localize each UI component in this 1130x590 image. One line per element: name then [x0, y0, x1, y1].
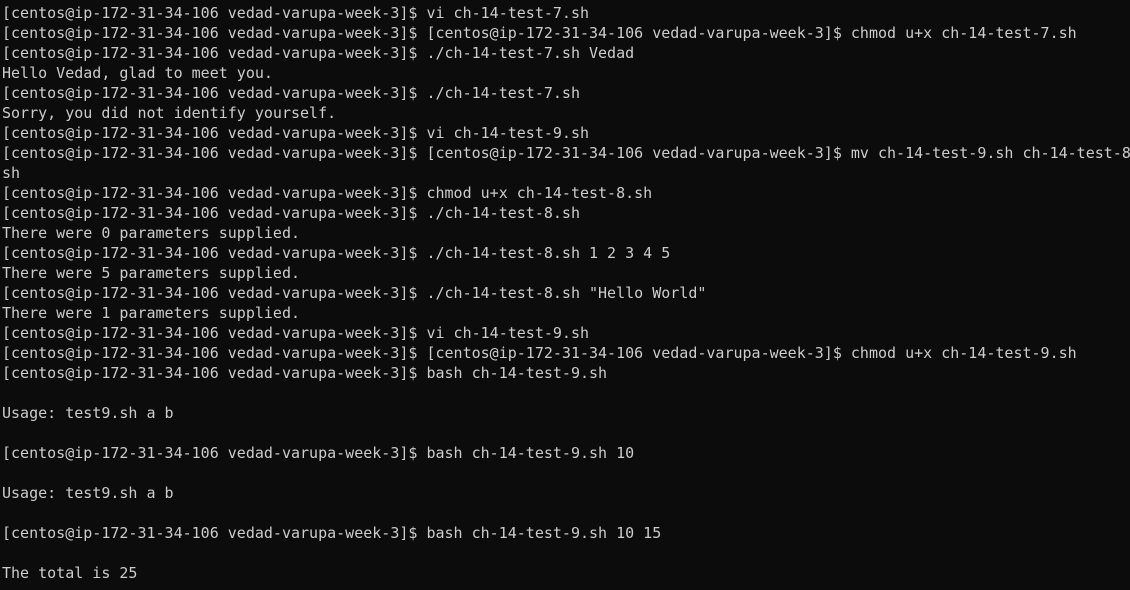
terminal-line: [centos@ip-172-31-34-106 vedad-varupa-we… — [2, 84, 580, 102]
terminal-line: Sorry, you did not identify yourself. — [2, 104, 337, 122]
terminal-line: Usage: test9.sh a b — [2, 404, 174, 422]
terminal-line: [centos@ip-172-31-34-106 vedad-varupa-we… — [2, 344, 1077, 362]
terminal-line: [centos@ip-172-31-34-106 vedad-varupa-we… — [2, 4, 589, 22]
terminal-line: [centos@ip-172-31-34-106 vedad-varupa-we… — [2, 364, 608, 382]
terminal-line: Usage: test9.sh a b — [2, 484, 174, 502]
terminal-line: [centos@ip-172-31-34-106 vedad-varupa-we… — [2, 244, 671, 262]
terminal-line: [centos@ip-172-31-34-106 vedad-varupa-we… — [2, 284, 707, 302]
terminal-line: [centos@ip-172-31-34-106 vedad-varupa-we… — [2, 24, 1077, 42]
terminal-line: [centos@ip-172-31-34-106 vedad-varupa-we… — [2, 144, 1130, 162]
terminal-line: [centos@ip-172-31-34-106 vedad-varupa-we… — [2, 524, 662, 542]
terminal-line: [centos@ip-172-31-34-106 vedad-varupa-we… — [2, 444, 635, 462]
terminal-line: [centos@ip-172-31-34-106 vedad-varupa-we… — [2, 324, 589, 342]
terminal-line: [centos@ip-172-31-34-106 vedad-varupa-we… — [2, 44, 635, 62]
terminal-line: [centos@ip-172-31-34-106 vedad-varupa-we… — [2, 184, 653, 202]
terminal-line: [centos@ip-172-31-34-106 vedad-varupa-we… — [2, 124, 589, 142]
terminal-line: The total is 25 — [2, 564, 138, 582]
terminal-line: [centos@ip-172-31-34-106 vedad-varupa-we… — [2, 204, 580, 222]
terminal-line: There were 1 parameters supplied. — [2, 304, 301, 322]
terminal-line: sh — [2, 164, 21, 182]
terminal-line: Hello Vedad, glad to meet you. — [2, 64, 273, 82]
terminal-line: There were 5 parameters supplied. — [2, 264, 301, 282]
terminal-window[interactable]: [centos@ip-172-31-34-106 vedad-varupa-we… — [0, 0, 1130, 590]
terminal-output: [centos@ip-172-31-34-106 vedad-varupa-we… — [2, 3, 1130, 583]
terminal-line: There were 0 parameters supplied. — [2, 224, 301, 242]
